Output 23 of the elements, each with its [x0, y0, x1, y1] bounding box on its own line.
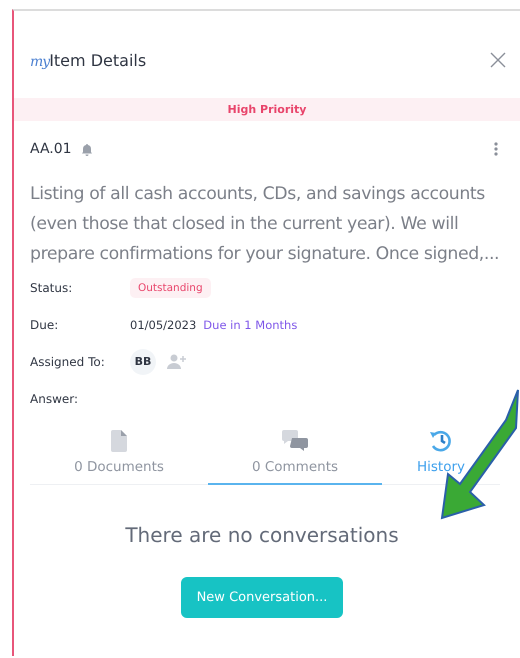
due-date: 01/05/2023	[130, 318, 196, 332]
empty-message: There are no conversations	[124, 523, 400, 547]
item-code: AA.01	[30, 141, 72, 157]
priority-banner: High Priority	[14, 98, 520, 121]
field-label: Answer:	[30, 392, 80, 406]
chat-bubbles-icon	[282, 429, 308, 453]
tab[interactable]: History	[382, 429, 500, 485]
due-note: Due in 1 Months	[203, 318, 298, 332]
window-title: myItem Details	[30, 50, 146, 70]
assignee-avatar[interactable]: BB	[130, 348, 156, 374]
item-description: Listing of all cash accounts, CDs, and savings accounts (even those that closed in the current year). We will prepare confirmations for your signature. Once signed,...	[30, 183, 500, 266]
new-conversation-button[interactable]: New Conversation...	[180, 577, 344, 618]
tab[interactable]: 0 Documents	[30, 429, 208, 485]
tab[interactable]: 0 Comments	[208, 429, 382, 485]
field-label: Status:	[30, 280, 74, 294]
field-label: Due:	[30, 318, 60, 332]
history-icon	[428, 429, 454, 453]
status-badge: Outstanding	[130, 278, 211, 298]
document-icon	[111, 429, 127, 453]
close-button[interactable]	[490, 52, 506, 68]
more-options-icon[interactable]	[494, 142, 498, 156]
field-label: Assigned To:	[30, 354, 106, 368]
bell-icon[interactable]	[80, 142, 93, 156]
